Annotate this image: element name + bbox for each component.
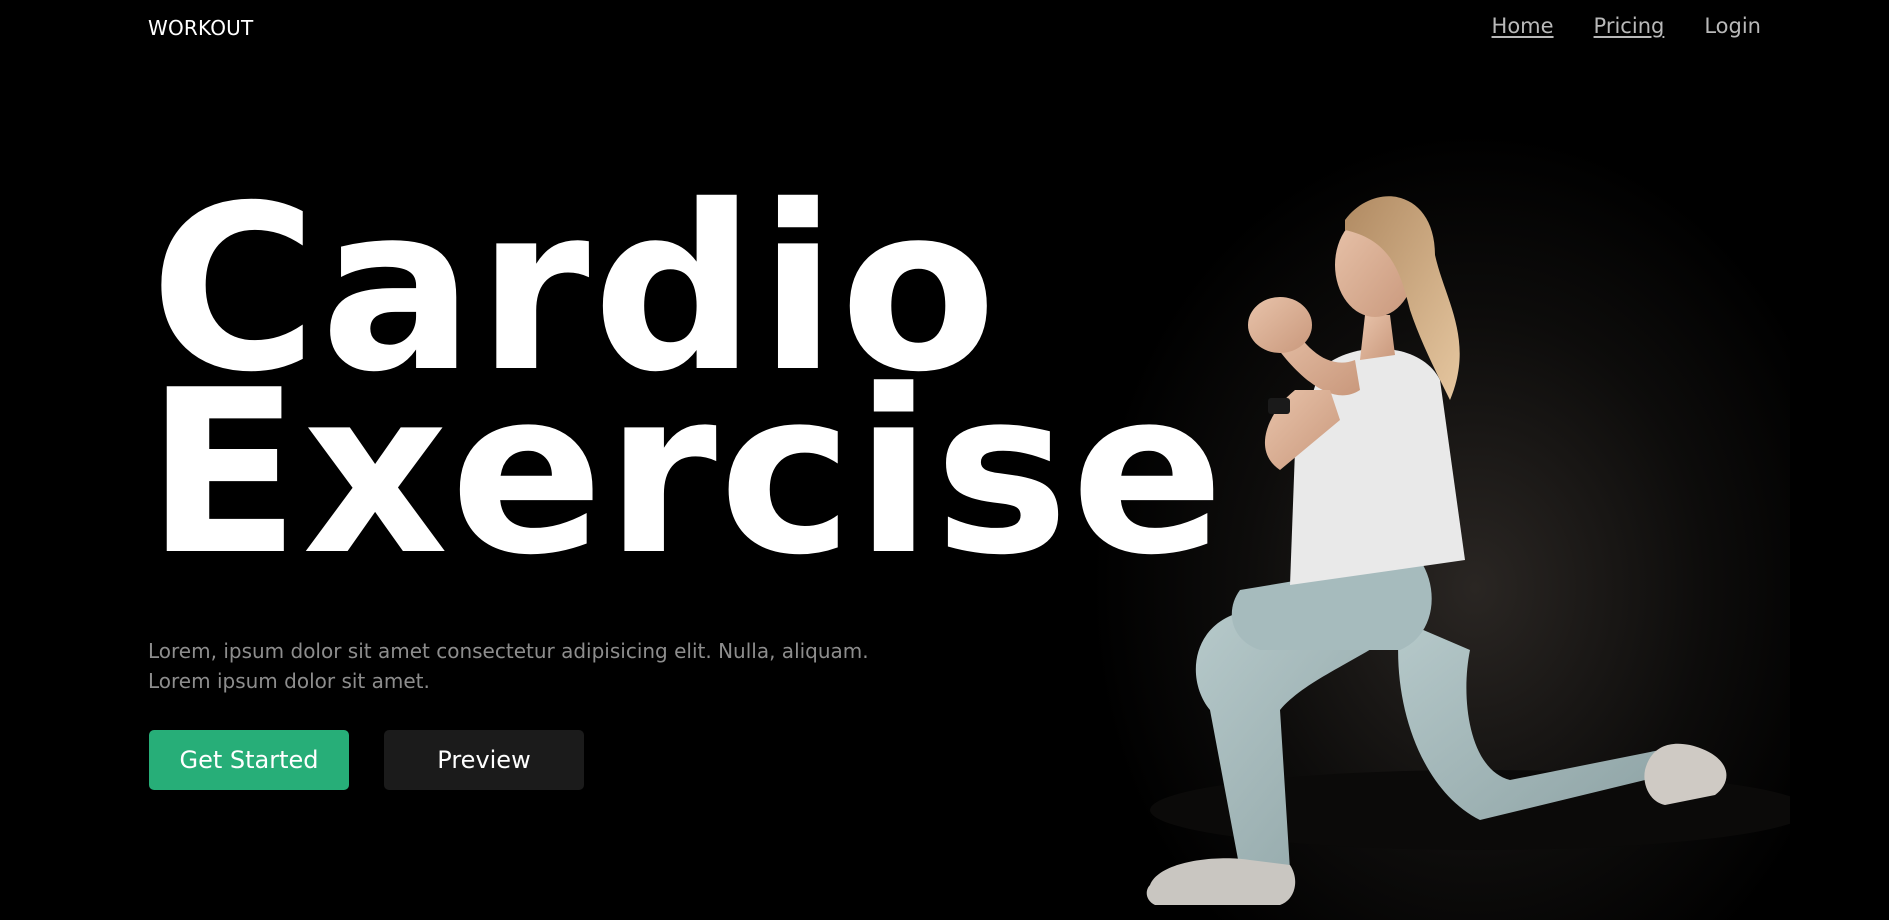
nav-link-login[interactable]: Login [1704, 14, 1761, 38]
nav-link-home[interactable]: Home [1492, 14, 1554, 38]
hero-description-line2: Lorem ipsum dolor sit amet. [148, 669, 430, 693]
nav-link-pricing[interactable]: Pricing [1594, 14, 1665, 38]
hero-description-line1: Lorem, ipsum dolor sit amet consectetur … [148, 639, 869, 663]
logo[interactable]: WORKOUT [148, 16, 253, 40]
hero-title-line2: Exercise [146, 342, 1227, 606]
hero-title: Cardio Exercise [146, 175, 1227, 606]
preview-button[interactable]: Preview [384, 730, 584, 790]
main-nav: Home Pricing Login [1492, 14, 1761, 38]
get-started-button[interactable]: Get Started [149, 730, 349, 790]
landing-page: WORKOUT Home Pricing Login Cardio Exerci… [0, 0, 1889, 920]
hero-description: Lorem, ipsum dolor sit amet consectetur … [148, 636, 908, 696]
